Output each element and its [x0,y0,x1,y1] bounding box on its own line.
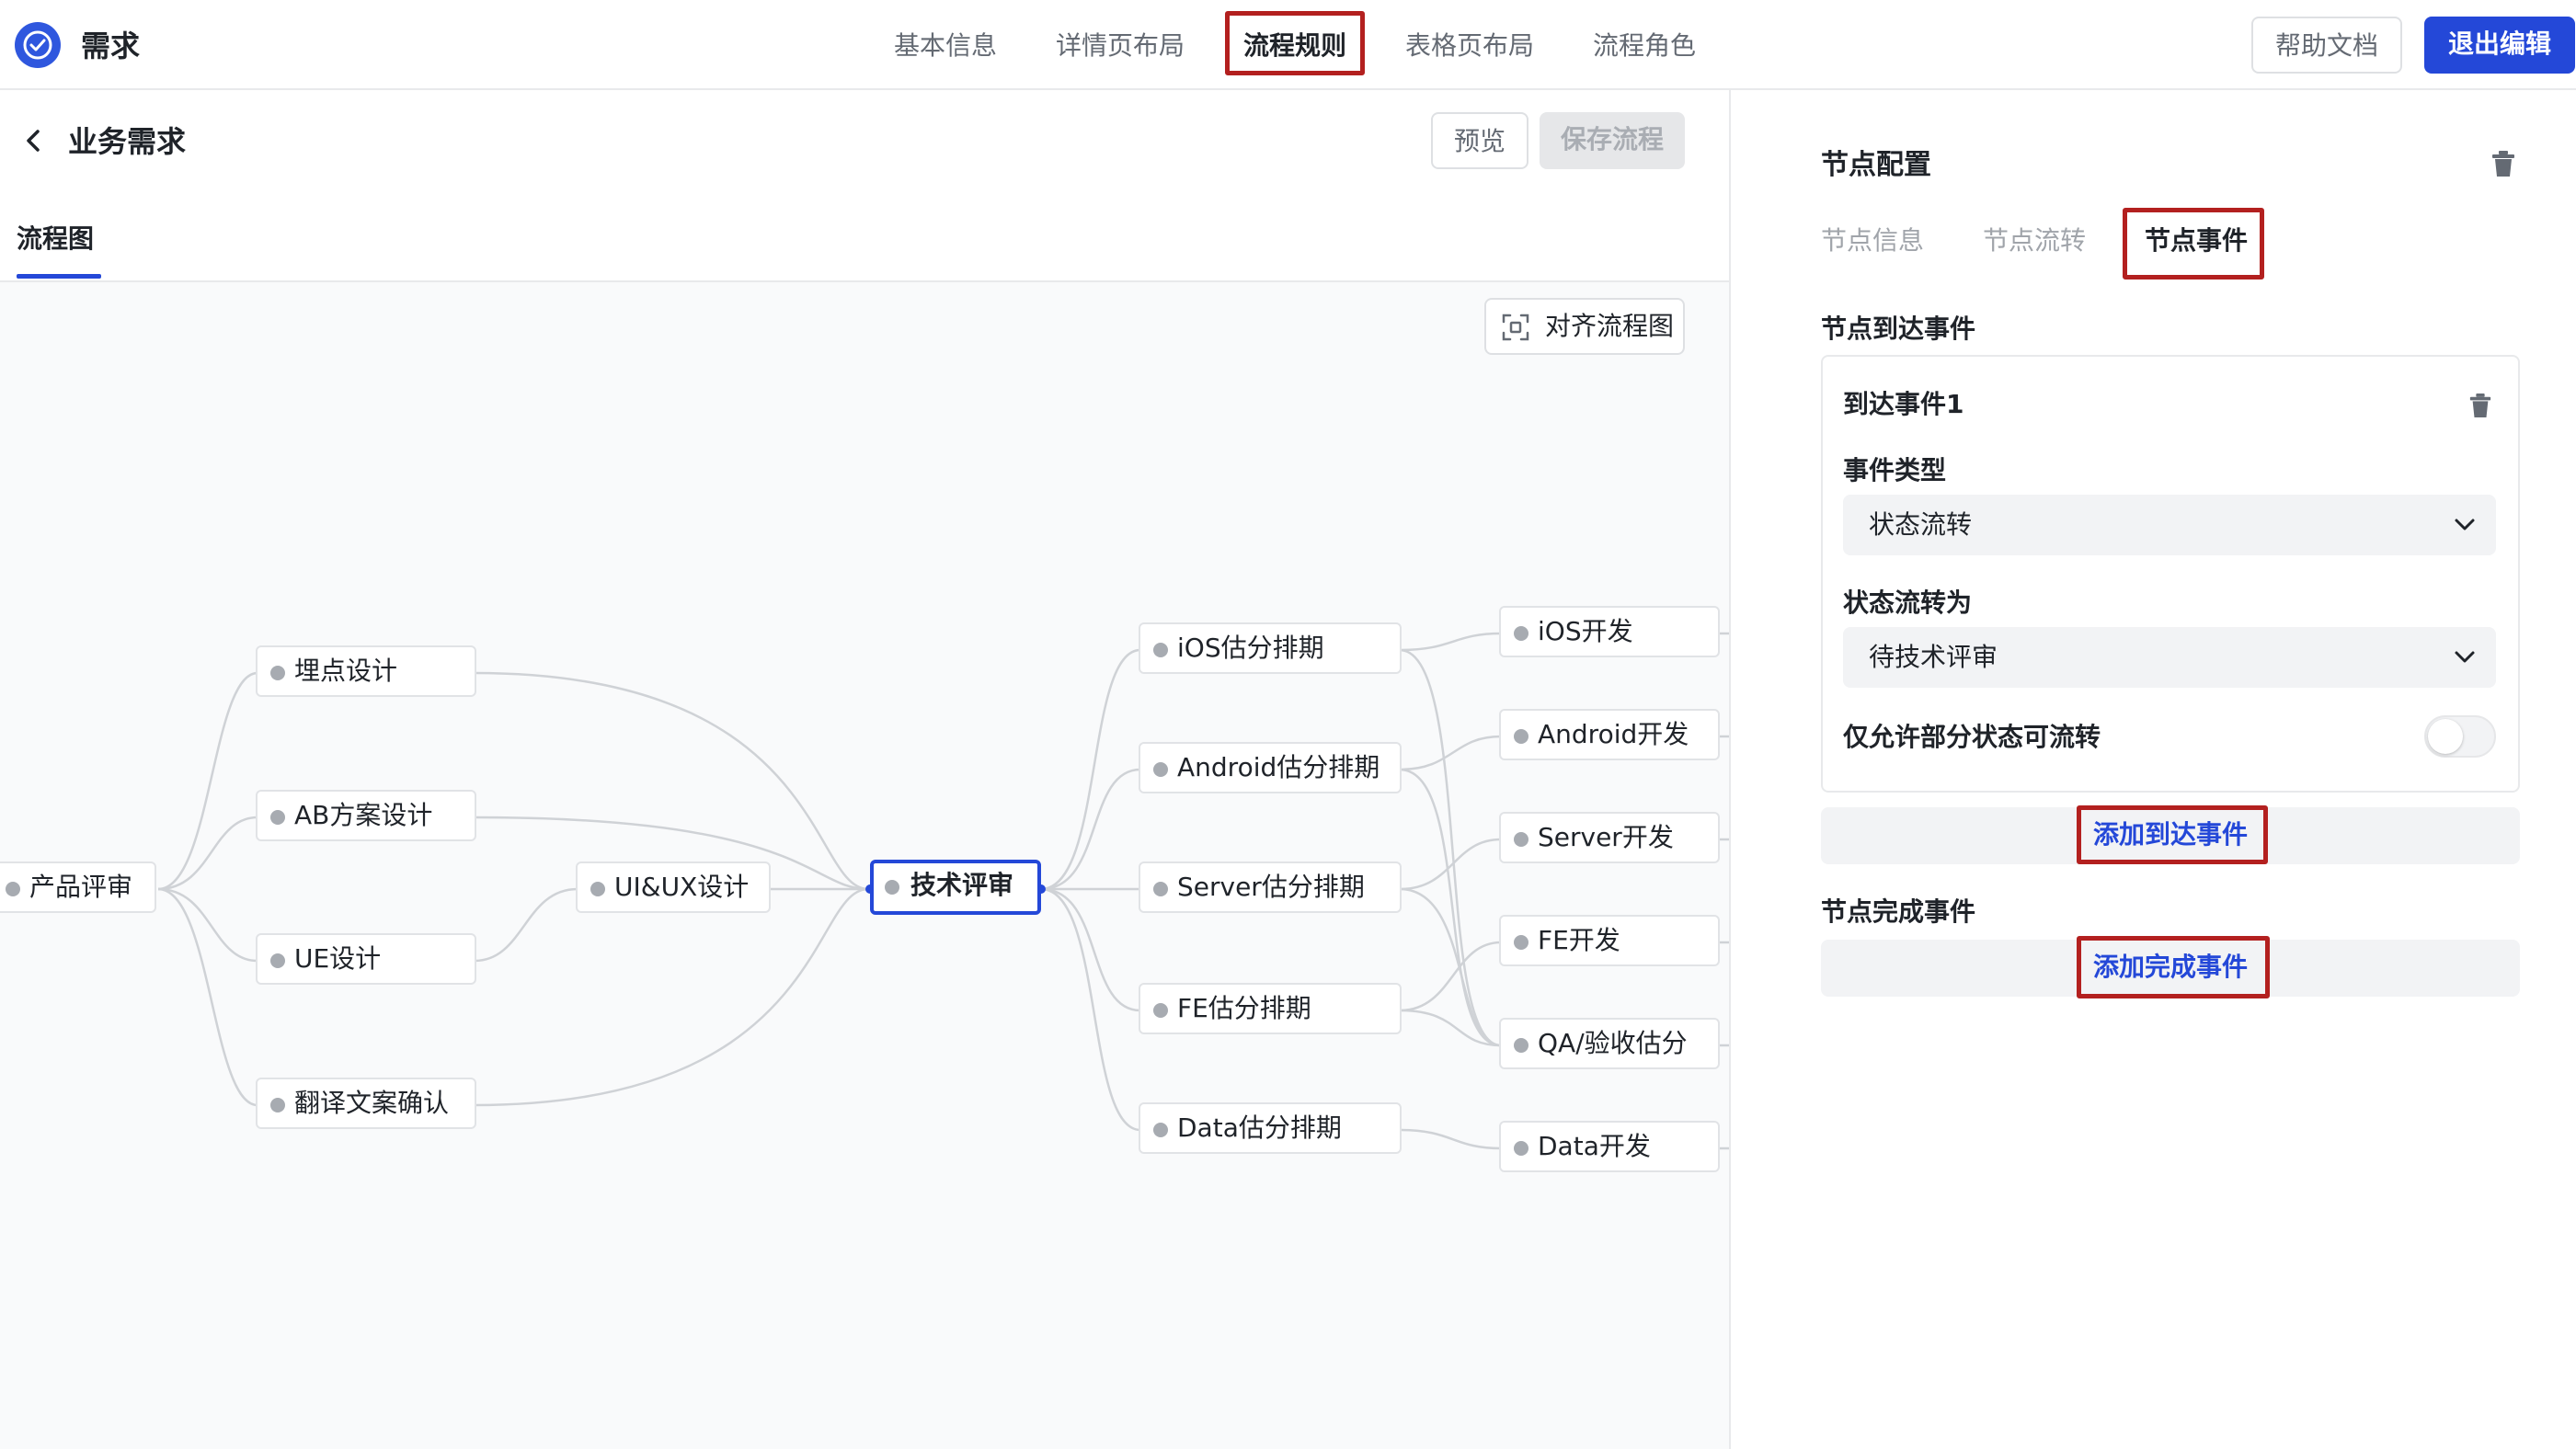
add-arrival-event-button[interactable]: 添加到达事件 [2093,816,2248,853]
node-label: Data开发 [1538,1131,1651,1161]
flow-node-android-dev[interactable]: Android开发 [1499,709,1720,760]
node-label: iOS开发 [1538,616,1633,646]
align-flowchart-button[interactable]: 对齐流程图 [1484,298,1685,355]
event-type-select[interactable]: 状态流转 [1843,495,2496,555]
flow-node-ab-design[interactable]: AB方案设计 [256,790,476,841]
align-frame-icon [1502,314,1529,341]
flow-canvas[interactable] [0,280,1729,1449]
partial-status-label: 仅允许部分状态可流转 [1843,722,2101,752]
panel-divider [1729,90,1731,1449]
tab-flow-rules[interactable]: 流程规则 [1243,26,1346,66]
node-config-title: 节点配置 [1821,149,1931,181]
back-arrow-icon[interactable] [20,127,48,154]
node-status-dot [1514,832,1528,847]
chevron-down-icon [2455,651,2475,663]
node-label: UI&UX设计 [614,872,750,902]
tab-flowchart-underline [17,274,101,279]
status-transition-label: 状态流转为 [1843,588,1973,618]
node-status-dot [1514,935,1528,950]
node-label: Data估分排期 [1177,1112,1342,1143]
flow-node-server-dev[interactable]: Server开发 [1499,812,1720,863]
flow-node-ios-dev[interactable]: iOS开发 [1499,606,1720,657]
tab-table-layout[interactable]: 表格页布局 [1405,26,1534,66]
node-status-dot [1153,762,1168,777]
flow-node-data-dev[interactable]: Data开发 [1499,1121,1720,1172]
node-label: Server估分排期 [1177,872,1365,902]
node-label: UE设计 [294,943,382,974]
complete-events-title: 节点完成事件 [1821,896,1976,927]
flow-node-data-estimate[interactable]: Data估分排期 [1139,1102,1402,1154]
page-title: 业务需求 [68,124,187,159]
node-status-dot [270,810,285,825]
node-label: QA/验收估分 [1538,1028,1688,1058]
node-label: Android估分排期 [1177,752,1380,782]
node-status-dot [1514,1141,1528,1156]
arrival-events-title: 节点到达事件 [1821,314,1976,344]
tab-node-events[interactable]: 节点事件 [2145,221,2248,261]
flow-node-ui-ux-design[interactable]: UI&UX设计 [576,861,771,913]
flow-node-qa-estimate[interactable]: QA/验收估分 [1499,1018,1720,1069]
node-label: 翻译文案确认 [294,1088,450,1118]
node-status-dot [1514,1038,1528,1053]
flow-node-server-estimate[interactable]: Server估分排期 [1139,861,1402,913]
chevron-down-icon [2455,519,2475,531]
flow-node-tracking-design[interactable]: 埋点设计 [256,645,476,697]
node-label: Server开发 [1538,822,1674,852]
node-label: 埋点设计 [294,656,398,686]
node-status-dot [270,666,285,680]
flow-node-ios-estimate[interactable]: iOS估分排期 [1139,622,1402,674]
tab-detail-layout[interactable]: 详情页布局 [1056,26,1185,66]
flow-node-fe-estimate[interactable]: FE估分排期 [1139,983,1402,1034]
tab-node-transition[interactable]: 节点流转 [1983,221,2086,261]
flow-node-android-estimate[interactable]: Android估分排期 [1139,742,1402,793]
node-status-dot [1153,643,1168,657]
top-bar: 需求 基本信息 详情页布局 流程规则 表格页布局 流程角色 帮助文档 退出编辑 [0,0,2576,90]
node-label: iOS估分排期 [1177,633,1324,663]
toggle-knob [2428,719,2463,754]
save-flow-button[interactable]: 保存流程 [1540,112,1685,169]
event-type-value: 状态流转 [1869,509,1973,540]
tab-flowchart[interactable]: 流程图 [17,221,94,257]
node-status-dot [6,882,20,896]
preview-button[interactable]: 预览 [1431,112,1528,169]
add-complete-event-button[interactable]: 添加完成事件 [2093,949,2248,986]
node-status-dot [1153,882,1168,896]
node-status-dot [590,882,605,896]
node-status-dot [885,880,899,895]
flow-node-translation-confirm[interactable]: 翻译文案确认 [256,1078,476,1129]
node-status-dot [1153,1123,1168,1137]
exit-edit-button[interactable]: 退出编辑 [2424,17,2575,74]
event-type-label: 事件类型 [1843,455,1947,485]
flow-node-ue-design[interactable]: UE设计 [256,933,476,985]
flow-node-product-review[interactable]: 产品评审 [0,861,156,913]
node-label: Android开发 [1538,719,1689,749]
help-docs-button[interactable]: 帮助文档 [2251,17,2402,74]
node-label: FE估分排期 [1177,993,1311,1023]
node-status-dot [270,1098,285,1112]
node-label: 技术评审 [910,870,1014,900]
align-flowchart-label: 对齐流程图 [1545,311,1675,341]
tab-basic-info[interactable]: 基本信息 [894,26,997,66]
arrival-event-title: 到达事件1 [1843,389,1964,419]
flow-edges [157,632,1729,1150]
status-transition-value: 待技术评审 [1869,642,1998,672]
node-status-dot [1514,729,1528,744]
node-status-dot [1514,626,1528,641]
node-status-dot [1153,1003,1168,1018]
node-label: FE开发 [1538,925,1620,955]
status-transition-select[interactable]: 待技术评审 [1843,627,2496,688]
flow-node-fe-dev[interactable]: FE开发 [1499,915,1720,966]
partial-status-toggle[interactable] [2424,715,2496,758]
app-title: 需求 [81,29,141,63]
delete-node-trash-icon[interactable] [2490,149,2516,178]
app-logo-icon [15,22,61,68]
node-label: AB方案设计 [294,800,433,830]
node-label: 产品评审 [29,872,133,902]
tab-node-info[interactable]: 节点信息 [1821,221,1924,261]
flow-node-tech-review[interactable]: 技术评审 [870,860,1041,915]
delete-event-trash-icon[interactable] [2468,392,2492,419]
node-status-dot [270,953,285,968]
tab-flow-roles[interactable]: 流程角色 [1593,26,1696,66]
